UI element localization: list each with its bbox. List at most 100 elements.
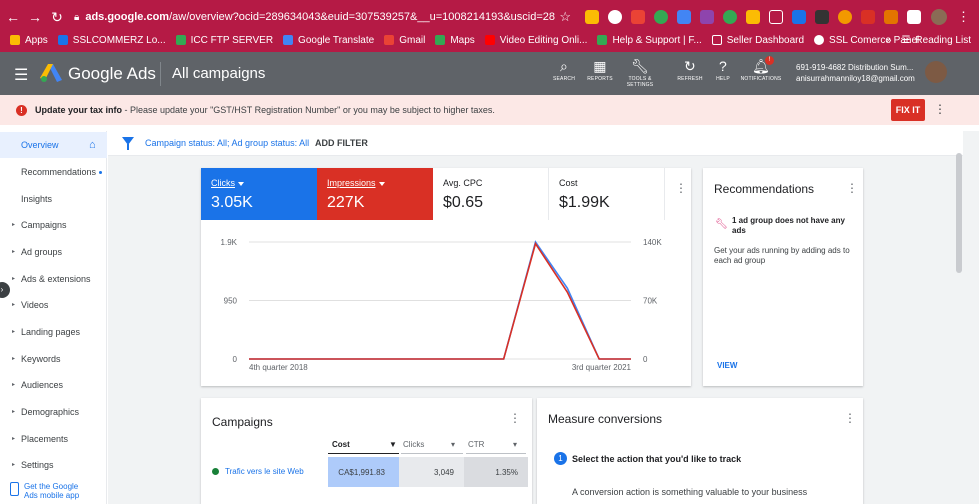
- campaigns-title: Campaigns: [212, 415, 273, 429]
- caret-right-icon: ▸: [12, 222, 16, 228]
- bookmark-item[interactable]: Video Editing Onli...: [484, 35, 587, 46]
- sidebar-item-ads-extensions[interactable]: ▸ Ads & extensions: [0, 266, 107, 292]
- caret-right-icon: ▸: [12, 409, 16, 415]
- bookmark-item[interactable]: Maps: [435, 35, 475, 46]
- more-bookmarks-icon[interactable]: »: [886, 35, 892, 46]
- page-title: All campaigns: [172, 65, 266, 82]
- mobile-app-link[interactable]: Get the Google Ads mobile app: [10, 482, 79, 500]
- brand-name[interactable]: Google Ads: [68, 64, 156, 84]
- sidebar-item-audiences[interactable]: ▸ Audiences: [0, 372, 107, 398]
- bookmark-item[interactable]: Help & Support | F...: [597, 35, 702, 46]
- sidebar-item-placements[interactable]: ▸ Placements: [0, 426, 107, 452]
- caret-right-icon: ▸: [12, 302, 16, 308]
- lock-icon[interactable]: 🔒︎: [74, 12, 79, 23]
- bookmark-item[interactable]: SSLCOMMERZ Lo...: [57, 35, 166, 46]
- recommendations-more-icon[interactable]: ⋮: [846, 181, 858, 195]
- dropdown-icon[interactable]: ▾: [513, 440, 517, 449]
- extension-icon[interactable]: [791, 10, 806, 24]
- sidebar-item-recommendations[interactable]: Recommendations: [0, 159, 107, 185]
- recommendations-title: Recommendations: [714, 182, 815, 196]
- extension-icon[interactable]: [722, 10, 737, 24]
- extension-icon[interactable]: [584, 10, 599, 24]
- bookmark-item[interactable]: Gmail: [384, 35, 425, 46]
- reading-list-icon[interactable]: ☰: [901, 35, 910, 46]
- campaigns-more-icon[interactable]: ⋮: [509, 411, 521, 425]
- account-avatar[interactable]: [925, 61, 947, 83]
- chart-more-icon[interactable]: ⋮: [675, 181, 687, 195]
- dropdown-icon: [378, 181, 385, 186]
- sidebar-item-settings[interactable]: ▸ Settings: [0, 452, 107, 478]
- view-button[interactable]: VIEW: [717, 361, 737, 370]
- filter-bar: Campaign status: All; Ad group status: A…: [108, 131, 963, 156]
- extension-icon[interactable]: [630, 10, 645, 24]
- tools-settings-button[interactable]: 🔧︎ TOOLS & SETTINGS: [616, 58, 664, 88]
- menu-icon[interactable]: ☰: [14, 65, 28, 85]
- back-icon[interactable]: ←: [2, 9, 24, 25]
- extension-icon[interactable]: [860, 10, 875, 24]
- sidebar-item-overview[interactable]: Overview ⌂: [0, 132, 107, 158]
- dropdown-icon[interactable]: ▾: [451, 440, 455, 449]
- bookmarks-bar: Apps SSLCOMMERZ Lo... ICC FTP SERVER Goo…: [0, 30, 979, 50]
- banner-more-icon[interactable]: ⋮: [934, 102, 946, 116]
- y-right-tick-label: 70K: [643, 297, 658, 306]
- extension-icon[interactable]: [814, 10, 829, 24]
- extension-icon[interactable]: [676, 10, 691, 24]
- column-header-cost[interactable]: Cost: [332, 440, 350, 449]
- add-filter-button[interactable]: ADD FILTER: [315, 138, 368, 148]
- table-row[interactable]: Trafic vers le site Web CA$1,991.83 3,04…: [201, 457, 532, 487]
- extension-icon[interactable]: [607, 10, 622, 24]
- metric-clicks[interactable]: Clicks 3.05K: [201, 168, 317, 220]
- header-divider: [160, 62, 161, 86]
- notifications-tool-button[interactable]: 🔔︎! NOTIFICATIONS: [737, 56, 785, 82]
- profile-avatar[interactable]: [930, 9, 947, 25]
- x-tick-label: 3rd quarter 2021: [572, 363, 632, 372]
- account-info[interactable]: 691-919-4682 Distribution Sum... anisurr…: [796, 62, 915, 84]
- sidebar-item-videos[interactable]: ▸ Videos: [0, 292, 107, 318]
- forward-icon[interactable]: →: [24, 9, 46, 25]
- filter-status[interactable]: Campaign status: All; Ad group status: A…: [145, 138, 309, 148]
- extension-icon[interactable]: [745, 10, 760, 24]
- status-enabled-icon: [212, 468, 219, 475]
- extension-icon[interactable]: [837, 10, 852, 24]
- sort-desc-icon[interactable]: ▼: [389, 440, 397, 449]
- metric-cost[interactable]: Cost $1.99K: [549, 168, 665, 220]
- sidebar-item-landing-pages[interactable]: ▸ Landing pages: [0, 319, 107, 345]
- measure-more-icon[interactable]: ⋮: [844, 411, 856, 425]
- sidebar-item-demographics[interactable]: ▸ Demographics: [0, 399, 107, 425]
- bookmark-item[interactable]: Google Translate: [283, 35, 374, 46]
- cost-cell: CA$1,991.83: [328, 457, 399, 487]
- caret-right-icon: ▸: [12, 382, 16, 388]
- extension-icon[interactable]: [768, 10, 783, 24]
- bookmark-star-icon[interactable]: ☆: [559, 9, 571, 25]
- bookmark-item[interactable]: ICC FTP SERVER: [175, 35, 273, 46]
- reload-icon[interactable]: ↻: [46, 9, 68, 26]
- wrench-icon: 🔧︎: [715, 219, 728, 230]
- bookmark-item[interactable]: Seller Dashboard: [711, 35, 804, 46]
- error-icon: !: [16, 104, 27, 116]
- sidebar-item-insights[interactable]: Insights: [0, 186, 107, 212]
- column-header-clicks[interactable]: Clicks: [403, 440, 424, 449]
- scrollbar[interactable]: [956, 153, 962, 273]
- column-header-ctr[interactable]: CTR: [468, 440, 484, 449]
- metric-avg-cpc[interactable]: Avg. CPC $0.65: [433, 168, 549, 220]
- filter-icon[interactable]: [122, 137, 134, 150]
- recommendation-body: Get your ads running by adding ads to ea…: [714, 246, 850, 265]
- sidebar-item-campaigns[interactable]: ▸ Campaigns: [0, 212, 107, 238]
- extension-icon[interactable]: [883, 10, 898, 24]
- recommendation-title: 1 ad group does not have any ads: [732, 216, 845, 235]
- bookmark-item[interactable]: Apps: [10, 35, 48, 46]
- extension-icon[interactable]: [653, 10, 668, 24]
- sidebar-item-ad-groups[interactable]: ▸ Ad groups: [0, 239, 107, 265]
- campaign-name-link[interactable]: Trafic vers le site Web: [225, 467, 304, 476]
- browser-menu-icon[interactable]: ⋮: [957, 9, 970, 25]
- fix-it-button[interactable]: FIX IT: [891, 99, 925, 121]
- url-field[interactable]: ads.google.com/aw/overview?ocid=28963404…: [85, 11, 555, 23]
- metric-impressions[interactable]: Impressions 227K: [317, 168, 433, 220]
- caret-right-icon: ▸: [12, 276, 16, 282]
- sidebar-item-keywords[interactable]: ▸ Keywords: [0, 346, 107, 372]
- puzzle-icon[interactable]: [906, 10, 921, 24]
- reading-list-label[interactable]: Reading List: [915, 35, 971, 46]
- wrench-icon: 🔧︎: [631, 58, 649, 74]
- ads-header: ☰ Google Ads All campaigns ⌕ SEARCH ▦ RE…: [0, 52, 979, 95]
- extension-icon[interactable]: [699, 10, 714, 24]
